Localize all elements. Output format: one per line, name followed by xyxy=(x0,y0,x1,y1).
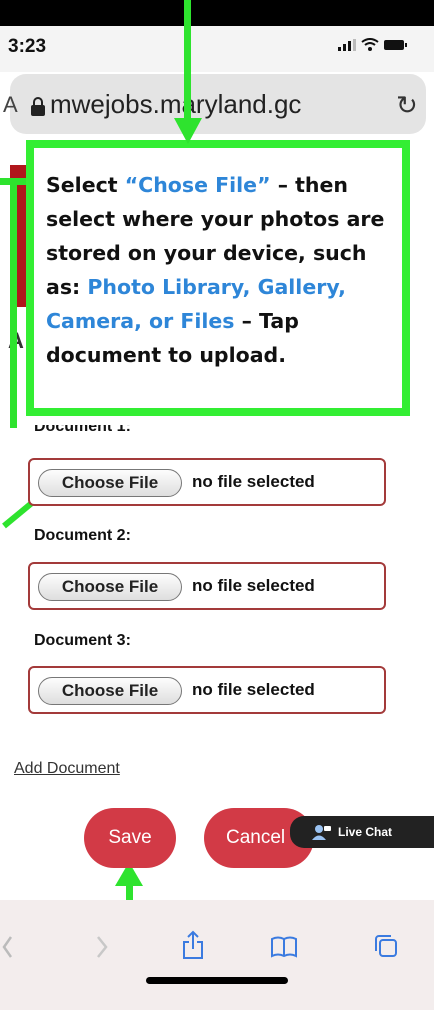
live-chat-button[interactable]: Live Chat xyxy=(290,816,434,848)
share-icon[interactable] xyxy=(182,930,204,960)
live-chat-label: Live Chat xyxy=(338,825,393,839)
reload-icon[interactable]: ↻ xyxy=(396,90,418,121)
save-button[interactable]: Save xyxy=(84,808,176,868)
bookmarks-icon[interactable] xyxy=(270,936,298,958)
status-time: 3:23 xyxy=(8,36,47,57)
instruction-callout: Select “Chose File” – then select where … xyxy=(26,140,410,416)
back-icon[interactable] xyxy=(2,936,12,958)
annotation-arrowhead-top xyxy=(174,118,202,144)
chat-user-icon xyxy=(312,825,331,840)
choose-file-button-3[interactable]: Choose File xyxy=(38,677,182,705)
document-label-3: Document 3: xyxy=(34,632,131,649)
home-indicator xyxy=(146,977,288,984)
forward-icon[interactable] xyxy=(96,936,108,958)
browser-toolbar xyxy=(0,900,434,1010)
document-field-2: Choose File no file selected xyxy=(28,562,386,610)
signal-icon xyxy=(338,39,356,51)
document-label-1: Document 1: xyxy=(34,418,131,435)
file-status-1: no file selected xyxy=(192,472,315,491)
annotation-arrow-left-vertical xyxy=(10,178,17,428)
choose-file-button-2[interactable]: Choose File xyxy=(38,573,182,601)
battery-icon xyxy=(384,40,407,50)
document-label-2: Document 2: xyxy=(34,527,131,544)
tabs-icon[interactable] xyxy=(374,934,398,958)
add-document-link[interactable]: Add Document xyxy=(14,760,120,778)
address-url[interactable]: mwejobs.maryland.gc xyxy=(50,89,301,120)
file-status-2: no file selected xyxy=(192,576,315,595)
screenshot-top-border xyxy=(0,0,434,26)
address-bar-left-fragment: A xyxy=(3,92,18,117)
status-bar: 3:23 xyxy=(0,26,434,72)
annotation-arrow-top xyxy=(184,0,191,128)
document-field-3: Choose File no file selected xyxy=(28,666,386,714)
wifi-icon xyxy=(361,38,379,51)
lock-icon xyxy=(31,97,45,116)
document-field-1: Choose File no file selected xyxy=(28,458,386,506)
choose-file-button-1[interactable]: Choose File xyxy=(38,469,182,497)
callout-text: Select “Chose File” – then select where … xyxy=(46,173,385,367)
status-icons xyxy=(338,38,408,51)
callout-locations: Photo Library, Gallery, Camera, or Files xyxy=(46,275,346,333)
file-status-3: no file selected xyxy=(192,680,315,699)
callout-chose-file: “Chose File” xyxy=(124,173,271,197)
